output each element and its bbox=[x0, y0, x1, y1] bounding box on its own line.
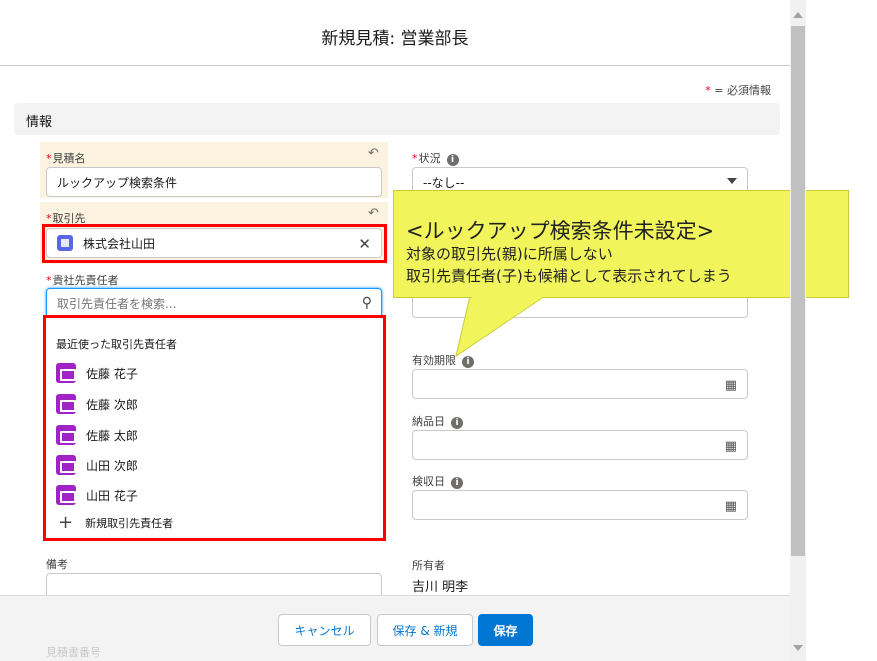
chevron-down-icon bbox=[727, 178, 737, 184]
scrollbar-thumb[interactable] bbox=[791, 26, 805, 556]
annotation-callout: <ルックアップ検索条件未設定> 対象の取引先(親)に所属しない 取引先責任者(子… bbox=[393, 190, 849, 298]
info-icon[interactable]: i bbox=[451, 477, 463, 489]
inspection-date-label: 検収日 i bbox=[412, 473, 463, 489]
required-legend-text: = 必須情報 bbox=[710, 84, 771, 97]
valid-until-input[interactable]: ▦ bbox=[412, 369, 748, 399]
quote-number-label: 見積書番号 bbox=[46, 646, 101, 659]
remarks-label: 備考 bbox=[46, 558, 68, 571]
clear-icon[interactable]: ✕ bbox=[358, 235, 371, 253]
search-icon[interactable]: ⚲ bbox=[362, 295, 372, 311]
modal-header: 新規見積: 営業部長 bbox=[0, 0, 790, 66]
contact-label: *貴社先責任者 bbox=[46, 274, 119, 287]
quote-name-input[interactable]: ルックアップ検索条件 bbox=[46, 167, 382, 197]
owner-value: 吉川 明李 bbox=[412, 580, 469, 595]
modal-footer: キャンセル 保存 & 新規 保存 bbox=[0, 595, 790, 661]
quote-name-label: *見積名 bbox=[46, 152, 86, 165]
calendar-icon[interactable]: ▦ bbox=[725, 439, 737, 454]
valid-until-label: 有効期限 i bbox=[412, 352, 474, 368]
delivery-date-label: 納品日 i bbox=[412, 413, 463, 429]
info-icon[interactable]: i bbox=[446, 154, 459, 166]
info-icon[interactable]: i bbox=[462, 356, 474, 368]
inspection-date-input[interactable]: ▦ bbox=[412, 490, 748, 520]
account-icon bbox=[57, 235, 73, 251]
callout-title: <ルックアップ検索条件未設定> bbox=[406, 219, 715, 243]
dropdown-highlight-box bbox=[43, 315, 386, 541]
scroll-down-icon[interactable] bbox=[793, 645, 803, 651]
calendar-icon[interactable]: ▦ bbox=[725, 378, 737, 393]
calendar-icon[interactable]: ▦ bbox=[725, 499, 737, 514]
delivery-date-input[interactable]: ▦ bbox=[412, 430, 748, 460]
callout-line: 対象の取引先(親)に所属しない bbox=[406, 245, 613, 263]
required-legend: * = 必須情報 bbox=[705, 82, 771, 98]
callout-line: 取引先責任者(子)も候補として表示されてしまう bbox=[406, 267, 732, 285]
undo-icon[interactable]: ↶ bbox=[368, 206, 379, 221]
undo-icon[interactable]: ↶ bbox=[368, 146, 379, 161]
modal-title: 新規見積: 営業部長 bbox=[321, 29, 469, 49]
scroll-up-icon[interactable] bbox=[793, 12, 803, 18]
cancel-button[interactable]: キャンセル bbox=[278, 614, 371, 646]
section-title: 情報 bbox=[26, 115, 53, 130]
owner-label: 所有者 bbox=[412, 559, 445, 572]
contact-search-input[interactable]: 取引先責任者を検索... ⚲ bbox=[46, 288, 382, 318]
status-label: *状況 i bbox=[412, 150, 459, 166]
save-button[interactable]: 保存 bbox=[478, 614, 533, 646]
save-and-new-button[interactable]: 保存 & 新規 bbox=[377, 614, 473, 646]
account-lookup[interactable]: 株式会社山田 ✕ bbox=[46, 228, 382, 258]
section-header[interactable]: 情報 bbox=[14, 103, 780, 135]
info-icon[interactable]: i bbox=[451, 417, 463, 429]
